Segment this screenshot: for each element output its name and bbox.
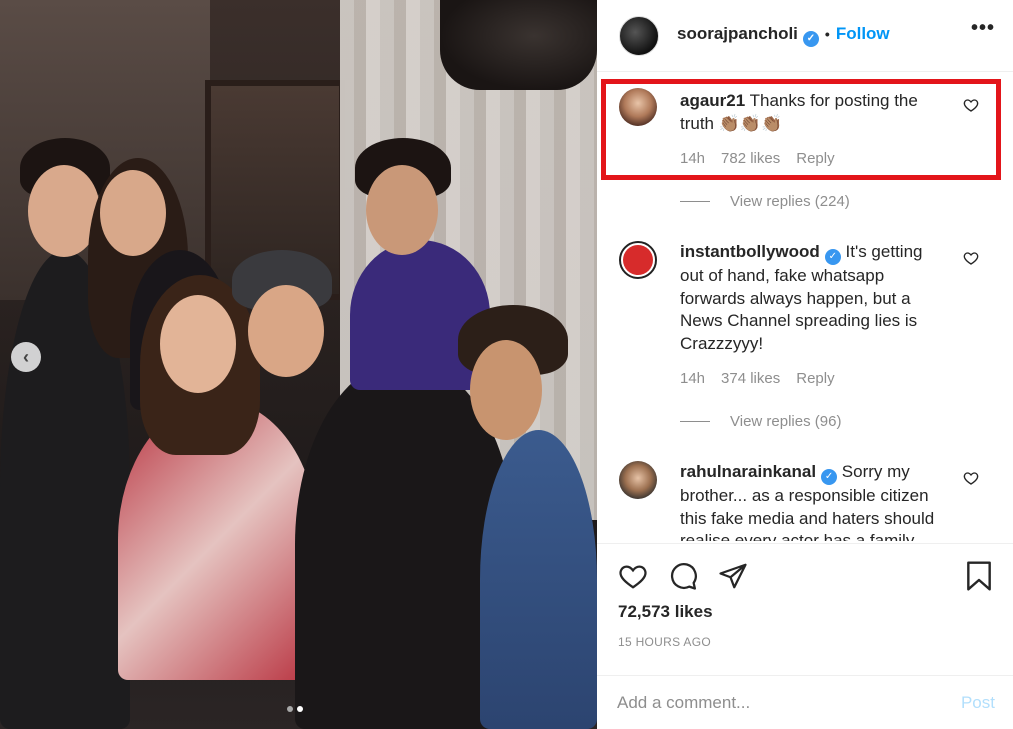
comment-input[interactable] [617, 693, 937, 713]
post-actions: 72,573 likes 15 HOURS AGO Post [597, 543, 1013, 729]
share-icon[interactable] [717, 560, 749, 592]
carousel-dots [287, 706, 303, 712]
bookmark-icon[interactable] [963, 560, 995, 592]
view-replies-label: View replies (224) [730, 193, 850, 210]
avatar-logo [623, 245, 653, 275]
heart-icon[interactable] [617, 560, 649, 592]
post-header: soorajpancholi ✓ • Follow ••• [597, 0, 1013, 72]
verified-badge-icon: ✓ [802, 31, 819, 47]
highlight-box [601, 79, 1001, 180]
more-options-icon[interactable]: ••• [971, 17, 995, 40]
comment-avatar[interactable] [619, 461, 657, 499]
header-separator: • [824, 26, 830, 42]
person-6-body [480, 430, 597, 729]
view-replies-line [680, 421, 710, 422]
reply-button[interactable]: Reply [796, 370, 834, 387]
person-3-face [160, 295, 236, 393]
post-timestamp[interactable]: 15 HOURS AGO [618, 635, 711, 649]
action-icons [617, 560, 749, 592]
post-image[interactable]: ‹ [0, 0, 597, 729]
comment-icon[interactable] [667, 560, 699, 592]
background-lamp [440, 0, 597, 90]
comment-username[interactable]: rahulnarainkanal [680, 462, 816, 481]
verified-badge-icon: ✓ [824, 249, 841, 265]
view-replies-button[interactable]: View replies (96) [680, 413, 841, 430]
person-6-face [470, 340, 542, 440]
verified-badge-icon: ✓ [821, 469, 838, 485]
carousel-prev-icon[interactable]: ‹ [11, 342, 41, 372]
add-comment-bar: Post [597, 675, 1013, 729]
author-avatar[interactable] [619, 15, 659, 56]
comment-avatar[interactable] [619, 241, 657, 279]
carousel-dot [287, 706, 293, 712]
author-username[interactable]: soorajpancholi [677, 24, 798, 43]
follow-button[interactable]: Follow [836, 24, 890, 43]
comment-username[interactable]: instantbollywood [680, 242, 820, 261]
comment-likes[interactable]: 374 likes [721, 370, 780, 387]
view-replies-button[interactable]: View replies (224) [680, 193, 850, 210]
view-replies-line [680, 201, 710, 202]
person-2-face [100, 170, 166, 256]
person-4-face [248, 285, 324, 377]
comment-like-heart-icon[interactable] [963, 250, 979, 269]
likes-count[interactable]: 72,573 likes [618, 602, 713, 622]
comment-meta: 14h 374 likes Reply [680, 370, 835, 387]
view-replies-label: View replies (96) [730, 413, 842, 430]
post-panel: soorajpancholi ✓ • Follow ••• agaur21 Thank… [597, 0, 1013, 729]
person-5-face [366, 165, 438, 255]
post-comment-button[interactable]: Post [961, 693, 995, 713]
carousel-dot-active [297, 706, 303, 712]
comment-time[interactable]: 14h [680, 370, 705, 387]
comment-like-heart-icon[interactable] [963, 470, 979, 489]
